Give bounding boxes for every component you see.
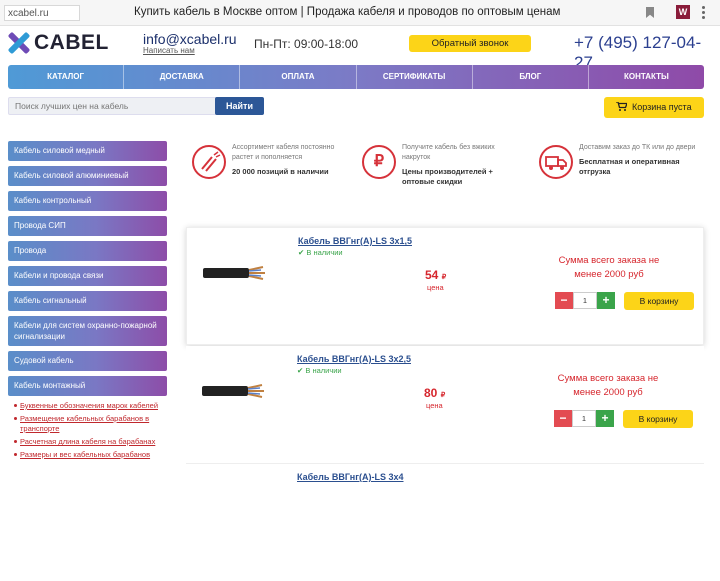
- callback-button[interactable]: Обратный звонок: [409, 35, 531, 52]
- feature-text: Доставим заказ до ТК или до двери: [579, 144, 696, 151]
- bookmark-icon[interactable]: [646, 7, 654, 18]
- sidebar-item-aluminium-power[interactable]: Кабель силовой алюминиевый: [8, 166, 167, 186]
- feature-delivery: Доставим заказ до ТК или до двери Беспла…: [539, 143, 699, 179]
- address-bar[interactable]: xcabel.ru: [4, 5, 80, 21]
- add-to-cart-button[interactable]: В корзину: [623, 410, 693, 428]
- search-button[interactable]: Найти: [215, 97, 264, 115]
- price-label: цена: [427, 283, 444, 292]
- feature-text: Получите кабель без вжиких накруток: [402, 144, 495, 161]
- sidebar-sub-list: Буквенные обозначения марок кабелей Разм…: [8, 401, 167, 460]
- product-name-link[interactable]: Кабель ВВГнг(А)-LS 3х2,5: [297, 354, 411, 364]
- nav-delivery[interactable]: Доставка: [124, 65, 241, 89]
- nav-catalog[interactable]: Каталог: [8, 65, 125, 89]
- write-us-link[interactable]: Написать нам: [143, 46, 195, 55]
- sidebar-item-wires[interactable]: Провода: [8, 241, 167, 261]
- nav-contacts[interactable]: Контакты: [589, 65, 704, 89]
- qty-plus-button[interactable]: +: [596, 410, 614, 427]
- product-name-link[interactable]: Кабель ВВГнг(А)-LS 3х4: [297, 472, 404, 482]
- cable-icon: [192, 145, 226, 179]
- nav-payment[interactable]: Оплата: [240, 65, 357, 89]
- main-nav: Каталог Доставка Оплата Сертификаты Блог…: [8, 65, 704, 89]
- qty-input[interactable]: 1: [573, 292, 597, 309]
- product-price: 54 ₽: [425, 268, 446, 282]
- qty-minus-button[interactable]: −: [555, 292, 573, 309]
- sub-link-drum-transport[interactable]: Размещение кабельных барабанов в транспо…: [14, 414, 167, 434]
- logo-text: CABEL: [34, 31, 109, 54]
- sidebar-item-sip[interactable]: Провода СИП: [8, 216, 167, 236]
- ruble-icon: ₽: [362, 145, 396, 179]
- sidebar-item-signal[interactable]: Кабель сигнальный: [8, 291, 167, 311]
- sidebar-item-fire-alarm[interactable]: Кабели для систем охранно-пожарной сигна…: [8, 316, 167, 346]
- feature-bold: Цены производителей + оптовые скидки: [402, 167, 493, 186]
- email-link[interactable]: info@xcabel.ru: [143, 31, 237, 47]
- quantity-stepper: − 1 +: [555, 292, 615, 309]
- min-order-note: Сумма всего заказа не менее 2000 руб: [557, 373, 659, 398]
- working-hours: Пн-Пт: 09:00-18:00: [254, 37, 359, 51]
- qty-minus-button[interactable]: −: [554, 410, 572, 427]
- extension-icon[interactable]: W: [676, 5, 690, 19]
- quantity-stepper: − 1 +: [554, 410, 614, 427]
- product-card: Кабель ВВГнг(А)-LS 3х2,5 ✔ В наличии 80 …: [186, 346, 704, 464]
- catalog-sidebar: Кабель силовой медный Кабель силовой алю…: [8, 141, 167, 463]
- qty-plus-button[interactable]: +: [597, 292, 615, 309]
- price-value: 54: [425, 268, 439, 282]
- price-label: цена: [426, 401, 443, 410]
- more-menu-icon[interactable]: [702, 6, 706, 20]
- search-input[interactable]: [8, 97, 218, 115]
- product-price: 80 ₽: [424, 386, 445, 400]
- nav-certificates[interactable]: Сертификаты: [357, 65, 473, 89]
- sidebar-item-communication[interactable]: Кабели и провода связи: [8, 266, 167, 286]
- product-name-link[interactable]: Кабель ВВГнг(А)-LS 3х1,5: [298, 236, 412, 246]
- site-logo[interactable]: CABEL: [7, 31, 109, 55]
- sidebar-item-control[interactable]: Кабель контрольный: [8, 191, 167, 211]
- feature-assortment: Ассортимент кабеля постоянно растет и по…: [192, 143, 352, 179]
- currency-sign: ₽: [440, 392, 446, 399]
- sub-link-marking[interactable]: Буквенные обозначения марок кабелей: [14, 401, 167, 411]
- product-card: Кабель ВВГнг(А)-LS 3х1,5 ✔ В наличии 54 …: [186, 227, 704, 345]
- qty-input[interactable]: 1: [572, 410, 596, 427]
- page-tab-title: Купить кабель в Москве оптом | Продажа к…: [134, 6, 561, 18]
- add-to-cart-button[interactable]: В корзину: [624, 292, 694, 310]
- feature-bold: 20 000 позиций в наличии: [232, 167, 329, 176]
- sub-link-drum-length[interactable]: Расчетная длина кабеля на барабанах: [14, 437, 167, 447]
- sidebar-item-marine[interactable]: Судовой кабель: [8, 351, 167, 371]
- min-order-note: Сумма всего заказа не менее 2000 руб: [558, 255, 660, 280]
- cable-image[interactable]: [202, 380, 266, 402]
- stock-status: ✔ В наличии: [298, 248, 343, 257]
- feature-bold: Бесплатная и оперативная отгрузка: [579, 157, 680, 176]
- browser-bar: xcabel.ru Купить кабель в Москве оптом |…: [0, 0, 720, 26]
- truck-icon: [539, 145, 573, 179]
- currency-sign: ₽: [441, 274, 447, 281]
- nav-blog[interactable]: Блог: [473, 65, 589, 89]
- sidebar-item-mounting[interactable]: Кабель монтажный: [8, 376, 167, 396]
- price-value: 80: [424, 386, 438, 400]
- product-card: Кабель ВВГнг(А)-LS 3х4: [186, 463, 704, 581]
- stock-status: ✔ В наличии: [297, 366, 342, 375]
- feature-prices: ₽ Получите кабель без вжиких накруток Це…: [362, 143, 522, 187]
- sidebar-item-copper-power[interactable]: Кабель силовой медный: [8, 141, 167, 161]
- cart-label: Корзина пуста: [632, 102, 692, 112]
- cart-button[interactable]: Корзина пуста: [604, 97, 704, 118]
- cable-image[interactable]: [203, 262, 267, 284]
- feature-text: Ассортимент кабеля постоянно растет и по…: [232, 144, 335, 161]
- cart-icon: [616, 102, 627, 111]
- sub-link-drum-size[interactable]: Размеры и вес кабельных барабанов: [14, 450, 167, 460]
- logo-x-icon: [7, 31, 31, 55]
